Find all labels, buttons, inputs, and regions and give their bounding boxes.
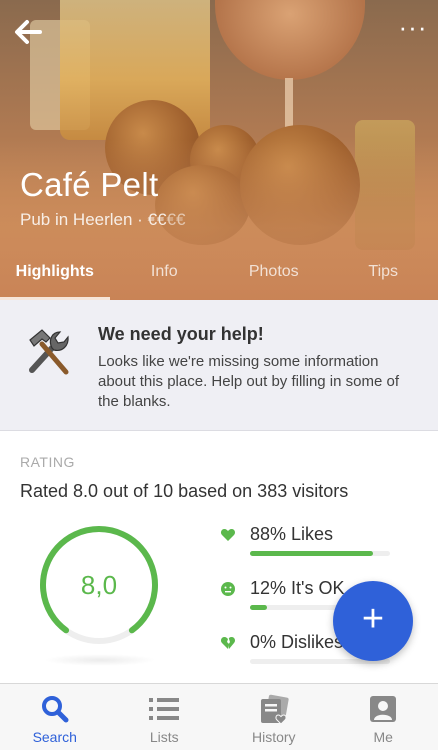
tools-icon [29,329,69,375]
back-arrow-icon [15,20,42,44]
nav-me-label: Me [373,729,393,745]
nav-search-label: Search [32,729,77,745]
nav-search[interactable]: Search [0,684,110,750]
list-icon [149,698,180,720]
profile-icon [370,696,397,722]
meh-face-icon [221,582,235,596]
venue-hero: ··· Café Pelt Pub in Heerlen · €€€€ High… [0,0,438,300]
nav-me[interactable]: Me [329,684,438,750]
venue-category-location: Pub in Heerlen · [20,210,148,229]
back-button[interactable] [10,14,46,50]
plus-icon: + [361,598,385,640]
rating-value: 8,0 [80,570,118,600]
help-title: We need your help! [98,324,264,344]
venue-tabs: Highlights Info Photos Tips [0,255,438,300]
tab-highlights[interactable]: Highlights [0,255,110,300]
tab-info[interactable]: Info [110,255,220,300]
add-button[interactable]: + [333,581,413,661]
tab-tips[interactable]: Tips [329,255,438,300]
hero-photo-detail [215,0,365,80]
gauge-shadow [44,654,156,666]
nav-history-label: History [251,729,296,745]
more-button[interactable]: ··· [398,14,428,42]
likes-bar-fill [250,551,374,556]
rating-section-label: RATING [20,454,75,470]
likes-bar-track [250,551,390,556]
rating-summary: Rated 8.0 out of 10 based on 383 visitor… [20,481,349,501]
help-banner[interactable]: We need your help! Looks like we're miss… [0,300,438,431]
likes-label: 88% Likes [250,524,334,544]
search-icon [41,696,69,723]
nav-lists[interactable]: Lists [110,684,220,750]
more-icon: ··· [398,12,428,42]
broken-heart-icon [220,637,236,649]
heart-icon [220,529,236,541]
its-ok-bar-fill [250,605,267,610]
venue-name: Café Pelt [20,166,159,203]
nav-history[interactable]: History [219,684,329,750]
its-ok-label: 12% It's OK [250,578,345,598]
price-level-inactive: €€ [166,210,186,229]
price-level-active: €€ [147,210,167,229]
bottom-navigation: Search Lists History Me [0,683,438,750]
help-text: Looks like we're missing some informatio… [98,353,400,410]
nav-lists-label: Lists [149,729,179,745]
history-icon [260,694,289,725]
venue-subtitle: Pub in Heerlen · €€€€ [20,210,185,230]
dislikes-label: 0% Dislikes [250,632,344,652]
tab-photos[interactable]: Photos [219,255,329,300]
